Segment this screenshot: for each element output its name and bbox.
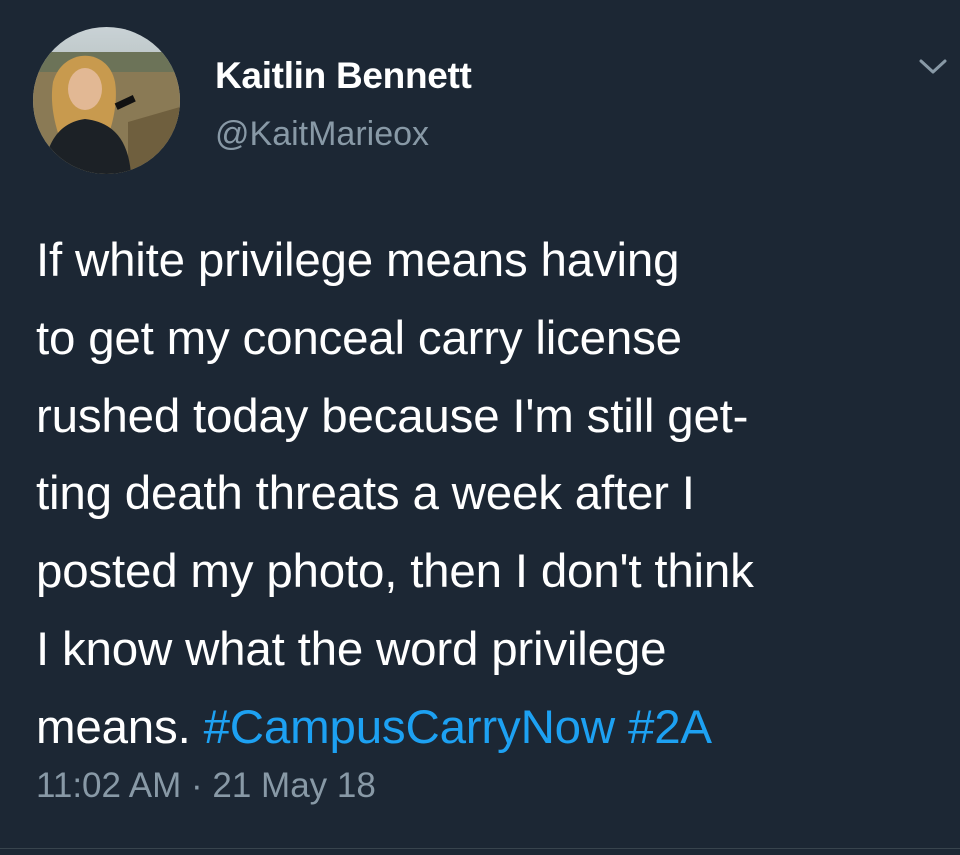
tweet-date: 21 May 18 <box>212 766 376 805</box>
tweet-line: posted my photo, then I don't think <box>36 545 754 599</box>
tweet-text: If white privilege means having to get m… <box>36 222 951 767</box>
tweet-line: If white privilege means having <box>36 234 680 287</box>
tweet-timestamp[interactable]: 11:02 AM · 21 May 18 <box>36 766 376 806</box>
tweet-card: Kaitlin Bennett @KaitMarieox If white pr… <box>0 0 960 855</box>
tweet-time: 11:02 AM <box>36 766 182 805</box>
tweet-line-last: means. #CampusCarryNow #2A <box>36 689 951 767</box>
tweet-line: ting death threats a week after I <box>36 467 695 521</box>
meta-separator: · <box>191 766 203 805</box>
hashtag-link[interactable]: #2A <box>628 701 712 754</box>
tweet-line-text: means. <box>36 700 191 754</box>
tweet-line: to get my conceal carry license <box>36 311 682 365</box>
chevron-down-icon[interactable] <box>918 56 948 78</box>
divider <box>0 848 960 849</box>
avatar[interactable] <box>33 27 180 174</box>
author-handle[interactable]: @KaitMarieox <box>215 115 429 154</box>
tweet-line: rushed today because I'm still get- <box>36 389 749 443</box>
tweet-line: I know what the word privilege <box>36 622 667 676</box>
author-display-name[interactable]: Kaitlin Bennett <box>215 55 472 97</box>
hashtag-link[interactable]: #CampusCarryNow <box>204 701 616 754</box>
